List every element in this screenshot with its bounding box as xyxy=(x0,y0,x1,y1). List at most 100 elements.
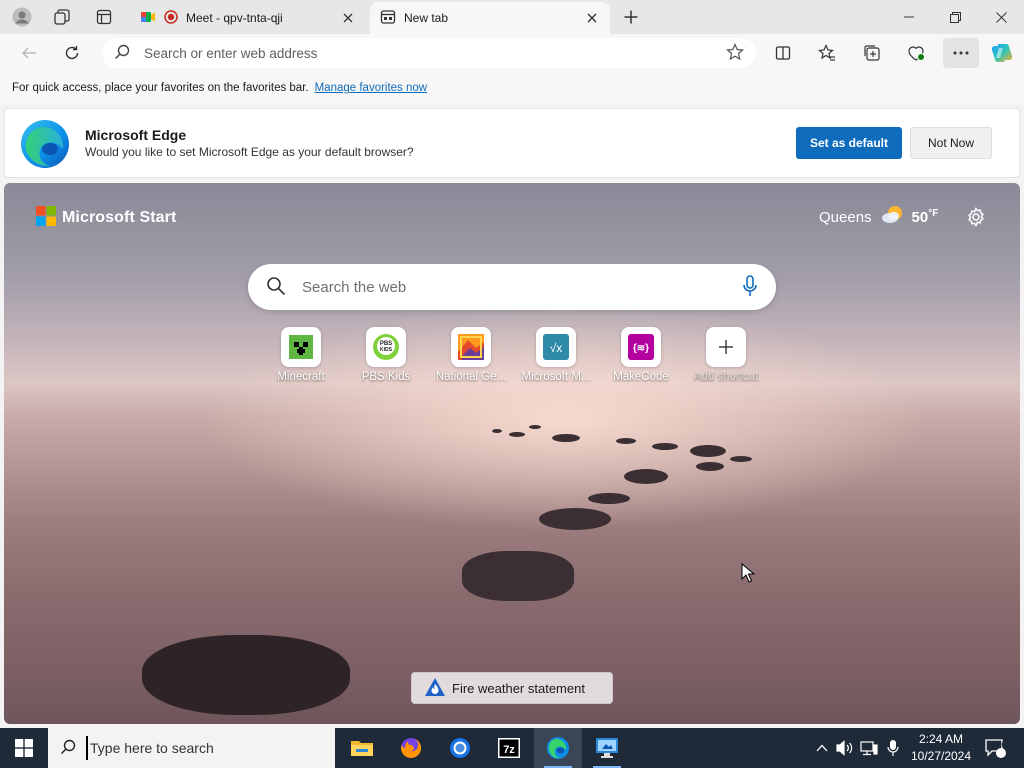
background-stone xyxy=(462,551,574,601)
shortcut-label: National Ge... xyxy=(435,371,507,383)
edge-taskbar-icon[interactable] xyxy=(534,728,582,768)
text-caret xyxy=(86,736,88,760)
alert-text: Fire weather statement xyxy=(452,680,585,696)
refresh-button[interactable] xyxy=(57,38,87,68)
shortcut-microsoft-math[interactable]: √x Microsoft M... xyxy=(514,327,598,383)
svg-text:√x: √x xyxy=(550,341,563,355)
show-hidden-icons-chevron-icon[interactable] xyxy=(812,728,832,768)
partly-cloudy-icon xyxy=(880,203,906,231)
microsoft-start-brand[interactable]: Microsoft Start xyxy=(36,206,176,229)
system-clock[interactable]: 2:24 AM 10/27/2024 xyxy=(906,731,976,765)
volume-icon[interactable] xyxy=(834,728,856,768)
background-stone xyxy=(509,432,525,437)
page-settings-gear-icon[interactable] xyxy=(962,203,990,231)
svg-text:{≋}: {≋} xyxy=(633,343,649,354)
collections-button[interactable] xyxy=(856,38,888,68)
shortcuts-row: Minecraft PBS KIDS PBS Kids National Ge..… xyxy=(269,327,769,387)
background-stone xyxy=(492,429,502,433)
restore-button[interactable] xyxy=(932,0,978,34)
shortcut-makecode[interactable]: {≋} MakeCode xyxy=(599,327,683,383)
remote-desktop-icon[interactable] xyxy=(583,728,631,768)
tab-meet[interactable]: Meet - qpv-tnta-qji xyxy=(130,2,366,34)
background-stone xyxy=(652,443,678,450)
background-stone xyxy=(730,456,752,462)
favorites-bar-message: For quick access, place your favorites o… xyxy=(12,82,309,94)
favorites-bar-hint: For quick access, place your favorites o… xyxy=(0,72,1024,104)
search-icon xyxy=(60,739,76,758)
workspaces-icon[interactable] xyxy=(48,4,76,30)
new-tab-page: Microsoft Start Queens 50°F Search the w… xyxy=(4,183,1020,724)
svg-text:7z: 7z xyxy=(503,744,515,756)
shortcut-minecraft[interactable]: Minecraft xyxy=(259,327,343,383)
close-tab-icon[interactable] xyxy=(340,10,356,26)
web-search-placeholder: Search the web xyxy=(302,278,407,296)
default-browser-banner: Microsoft Edge Would you like to set Mic… xyxy=(4,108,1020,178)
weather-widget[interactable]: Queens 50°F xyxy=(819,203,938,231)
shortcut-national-geographic[interactable]: National Ge... xyxy=(429,327,513,383)
firefox-icon[interactable] xyxy=(387,728,435,768)
address-placeholder: Search or enter web address xyxy=(144,45,318,61)
shortcut-label: PBS Kids xyxy=(361,371,411,383)
network-icon[interactable] xyxy=(858,728,880,768)
start-button[interactable] xyxy=(0,728,48,768)
address-bar[interactable]: Search or enter web address xyxy=(102,38,756,68)
weather-location: Queens xyxy=(819,208,872,226)
weather-alert-pill[interactable]: Fire weather statement xyxy=(411,672,613,704)
web-search-box[interactable]: Search the web xyxy=(248,264,776,310)
mouse-cursor-icon xyxy=(741,562,756,586)
add-favorite-star-icon[interactable] xyxy=(726,42,744,64)
navigation-toolbar: Search or enter web address xyxy=(0,34,1024,72)
back-button[interactable] xyxy=(14,38,44,68)
recording-icon xyxy=(164,9,178,27)
microsoft-math-icon: √x xyxy=(536,327,576,367)
weather-temperature: 50°F xyxy=(911,208,939,226)
search-icon xyxy=(114,44,130,63)
minimize-button[interactable] xyxy=(886,0,932,34)
clock-time: 2:24 AM xyxy=(918,732,964,746)
close-window-button[interactable] xyxy=(978,0,1024,34)
banner-subtitle: Would you like to set Microsoft Edge as … xyxy=(85,145,414,159)
microphone-icon[interactable] xyxy=(742,274,758,300)
not-now-button[interactable]: Not Now xyxy=(910,127,992,159)
microphone-tray-icon[interactable] xyxy=(882,728,904,768)
tab-new-tab[interactable]: New tab xyxy=(370,2,610,34)
background-stone xyxy=(142,635,350,715)
file-explorer-icon[interactable] xyxy=(338,728,386,768)
background-stone xyxy=(696,462,724,471)
profile-icon[interactable] xyxy=(8,4,36,30)
copilot-icon[interactable] xyxy=(986,38,1018,68)
microsoft-logo-icon xyxy=(36,206,56,229)
browser-essentials-button[interactable] xyxy=(900,38,932,68)
background-stone xyxy=(529,425,541,429)
shortcut-label: Microsoft M... xyxy=(521,371,591,383)
tab-title: New tab xyxy=(404,11,449,25)
new-tab-plus-icon[interactable] xyxy=(617,4,645,30)
split-screen-button[interactable] xyxy=(767,38,799,68)
set-as-default-button[interactable]: Set as default xyxy=(796,127,902,159)
taskbar-search-box[interactable]: Type here to search xyxy=(48,728,335,768)
tab-title: Meet - qpv-tnta-qji xyxy=(186,11,283,25)
close-tab-icon[interactable] xyxy=(584,10,600,26)
manage-favorites-link[interactable]: Manage favorites now xyxy=(315,82,428,94)
vertical-tabs-icon[interactable] xyxy=(90,4,118,30)
edge-logo-icon xyxy=(20,119,70,169)
background-stone xyxy=(624,469,668,484)
notification-count-badge: 6 xyxy=(1001,740,1007,751)
notification-center-button[interactable]: 6 xyxy=(980,728,1010,768)
shortcut-pbs-kids[interactable]: PBS KIDS PBS Kids xyxy=(344,327,428,383)
7zip-icon[interactable]: 7z xyxy=(485,728,533,768)
new-tab-page-icon xyxy=(380,9,396,28)
add-shortcut-button[interactable]: Add shortcut xyxy=(684,327,768,383)
chrome-icon[interactable] xyxy=(436,728,484,768)
settings-and-more-button[interactable] xyxy=(943,38,979,68)
minecraft-icon xyxy=(281,327,321,367)
background-stone xyxy=(690,445,726,457)
favorites-button[interactable] xyxy=(811,38,843,68)
background-stone xyxy=(539,508,611,530)
fire-alert-icon xyxy=(424,677,446,700)
search-icon xyxy=(266,276,286,299)
clock-date: 10/27/2024 xyxy=(910,749,972,763)
shortcut-label: Minecraft xyxy=(277,371,325,383)
title-bar: Meet - qpv-tnta-qji New tab xyxy=(0,0,1024,34)
banner-title: Microsoft Edge xyxy=(85,127,187,143)
